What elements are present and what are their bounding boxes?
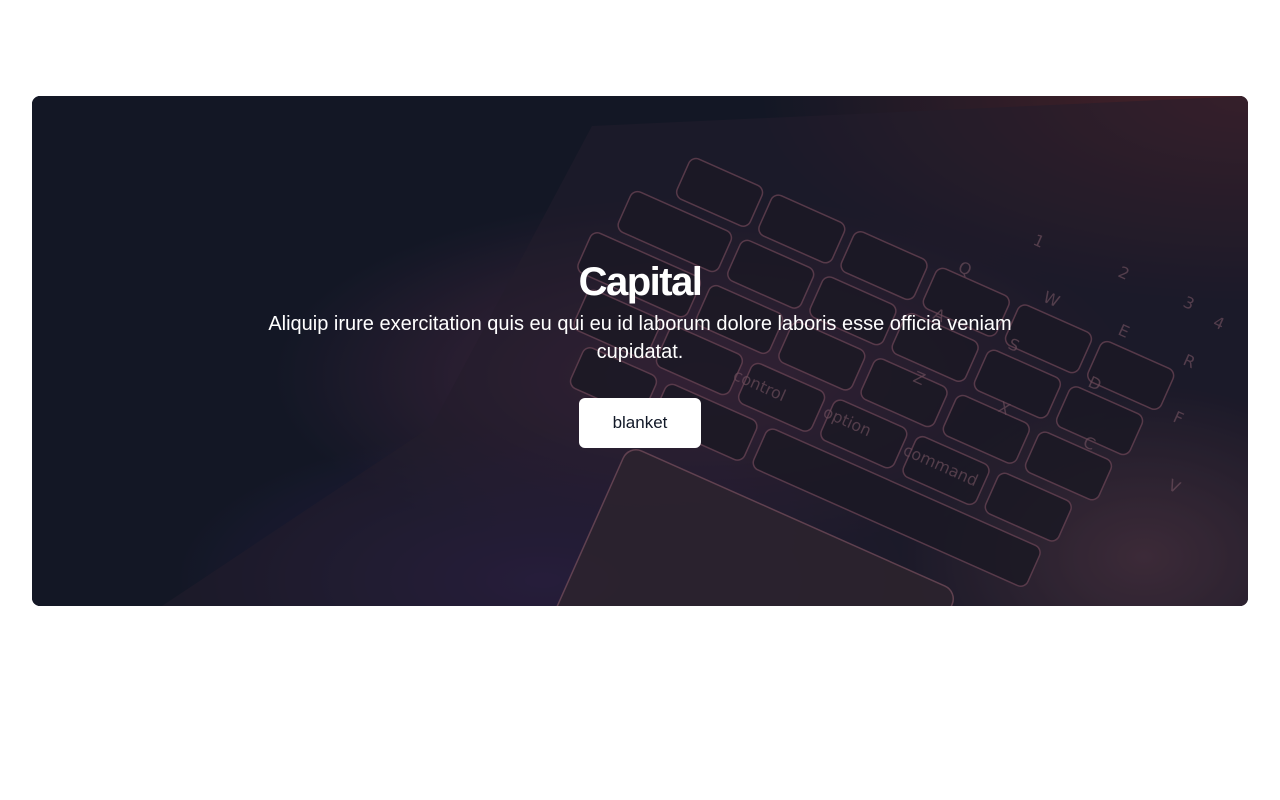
page: control option command Q W E R A S D F Z…	[0, 0, 1280, 800]
hero-content: Capital Aliquip irure exercitation quis …	[32, 96, 1248, 606]
hero-subtitle: Aliquip irure exercitation quis eu qui e…	[268, 313, 1012, 363]
hero-cta-button[interactable]: blanket	[579, 398, 701, 448]
hero-banner: control option command Q W E R A S D F Z…	[32, 96, 1248, 606]
hero-title: Capital	[578, 260, 703, 304]
